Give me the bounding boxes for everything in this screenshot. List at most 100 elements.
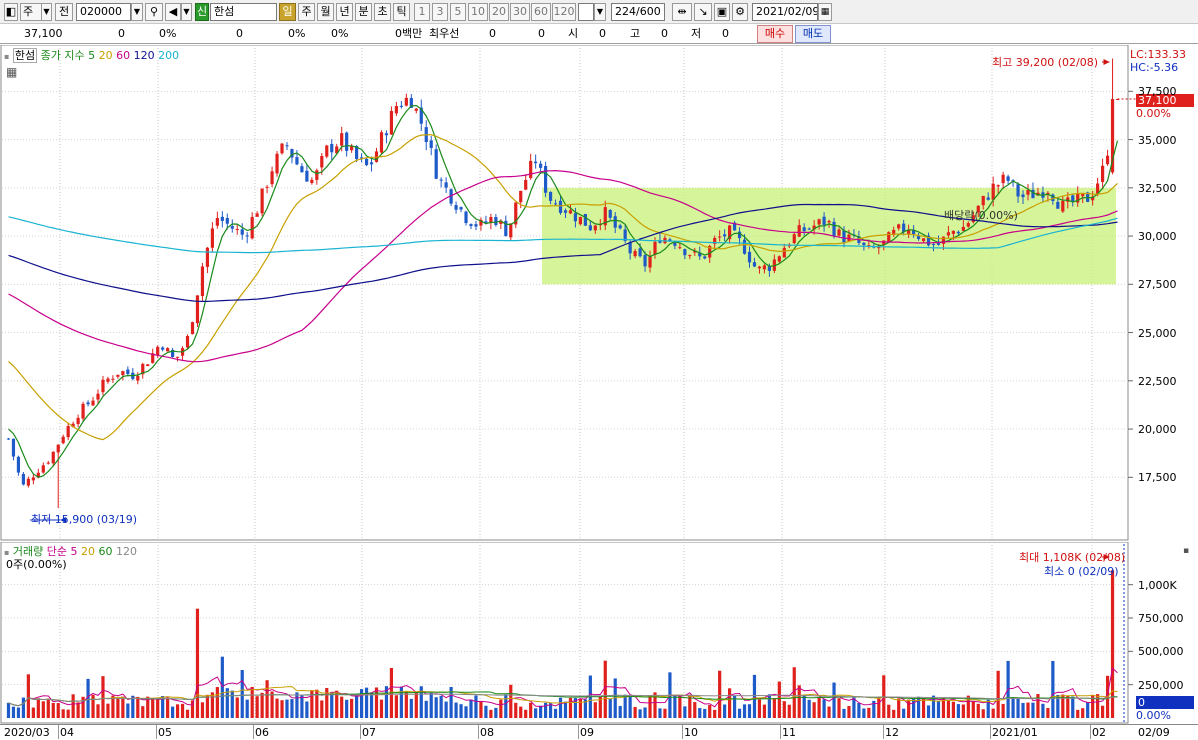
- price-y-tick: 17,500: [1138, 471, 1177, 485]
- volume-bar: [444, 701, 448, 718]
- volume-close-icon[interactable]: ▪: [1183, 545, 1189, 558]
- volume-bar: [345, 699, 349, 718]
- price-chart[interactable]: [0, 45, 1198, 541]
- volume-bar: [474, 695, 478, 718]
- candle-body: [862, 242, 866, 246]
- candle-body: [1021, 194, 1025, 198]
- sound-dropdown-icon[interactable]: ▼: [181, 3, 192, 21]
- candle: [91, 396, 95, 407]
- volume-bar: [1026, 702, 1030, 718]
- date-field[interactable]: 2021/02/09: [752, 3, 818, 21]
- calendar-icon[interactable]: ▦: [818, 3, 832, 21]
- volume-bar: [568, 697, 573, 718]
- x-axis-tick-mark: [883, 725, 884, 739]
- custom-period-dropdown-icon[interactable]: ▼: [594, 3, 606, 21]
- minute-20-button[interactable]: 20: [489, 3, 509, 21]
- candle-body: [921, 238, 926, 242]
- price-y-tick: 32,500: [1138, 181, 1177, 195]
- buy-button[interactable]: 매수: [757, 25, 793, 43]
- candle-body: [946, 232, 951, 236]
- volume-bar: [156, 698, 160, 718]
- volume-bar: [663, 708, 667, 718]
- panel-toggle-icon[interactable]: ◧: [4, 3, 18, 21]
- volume-bar: [623, 694, 627, 718]
- volume-bar: [200, 702, 205, 718]
- minute-120-button[interactable]: 120: [552, 3, 576, 21]
- volume-panel[interactable]: ▪ 거래량 단순 5 20 60 120 0주(0.00%) 최대 1,108K…: [0, 542, 1198, 724]
- code-dropdown-icon[interactable]: ▼: [131, 3, 143, 21]
- period-month-button[interactable]: 월: [317, 3, 334, 21]
- grid-toggle-icon[interactable]: ▦: [6, 66, 17, 79]
- all-button[interactable]: 전: [55, 3, 73, 21]
- period-tick-button[interactable]: 틱: [393, 3, 410, 21]
- high-note: 최고 39,200 (02/08): [992, 56, 1099, 69]
- x-axis-tick: 02: [1092, 726, 1106, 739]
- candle: [404, 93, 408, 107]
- volume-bar: [797, 685, 801, 718]
- volume-chart[interactable]: [0, 542, 1198, 724]
- volume-bar: [832, 682, 836, 718]
- candle-body: [439, 179, 443, 181]
- period-second-button[interactable]: 초: [374, 3, 391, 21]
- sound-icon[interactable]: ◀: [165, 3, 181, 21]
- candle-body: [648, 256, 652, 268]
- lc-label: LC:133.33: [1130, 48, 1187, 61]
- sell-button[interactable]: 매도: [795, 25, 831, 43]
- code-input[interactable]: 020000: [76, 3, 131, 21]
- settings-icon[interactable]: ⚙: [732, 3, 748, 21]
- candle-body: [817, 219, 821, 225]
- candle-body: [350, 146, 354, 151]
- search-icon[interactable]: ⚲: [145, 3, 163, 21]
- candle: [345, 131, 349, 157]
- type-select[interactable]: 주: [20, 3, 42, 21]
- x-axis-tick: 06: [255, 726, 269, 739]
- candle: [389, 106, 394, 135]
- price-panel[interactable]: ▪ 한섬 종가 지수 5 20 60 120 200 ▦ LC:133.33 H…: [0, 45, 1198, 541]
- period-year-button[interactable]: 년: [336, 3, 353, 21]
- period-day-button[interactable]: 일: [279, 3, 296, 21]
- candle-body: [240, 229, 244, 235]
- minute-5-button[interactable]: 5: [450, 3, 466, 21]
- volume-bar: [166, 697, 170, 718]
- period-week-button[interactable]: 주: [298, 3, 315, 21]
- x-axis-tick: 02/09: [1138, 726, 1170, 739]
- volume-bar: [633, 706, 637, 718]
- candle: [26, 476, 30, 488]
- zoom-in-icon[interactable]: ⇹: [672, 3, 692, 21]
- volume-zero-tag: 0: [1136, 696, 1194, 709]
- volume-bar: [946, 699, 951, 718]
- save-icon[interactable]: ▣: [714, 3, 730, 21]
- candle: [454, 201, 458, 214]
- volume-bar: [991, 708, 995, 718]
- quote-change-pct: 0%: [159, 27, 177, 40]
- volume-bar: [1071, 696, 1075, 718]
- minute-30-button[interactable]: 30: [510, 3, 530, 21]
- x-axis: 2020/03 04 05 06 07 08 09 10 11 12 2021/01 02 02/09: [0, 724, 1198, 740]
- custom-period-input[interactable]: [578, 3, 594, 21]
- x-axis-tick: 2020/03: [4, 726, 50, 739]
- candle-body: [340, 133, 344, 146]
- candle: [384, 130, 389, 144]
- chart-tool-icon[interactable]: ↘: [694, 3, 712, 21]
- minute-10-button[interactable]: 10: [468, 3, 488, 21]
- candle-body: [325, 145, 329, 157]
- candle-body: [414, 108, 418, 111]
- candle-body: [956, 231, 960, 234]
- candle-body: [429, 140, 433, 148]
- volume-bar: [479, 701, 483, 718]
- minute-3-button[interactable]: 3: [432, 3, 448, 21]
- candle-body: [300, 166, 304, 173]
- volume-bar: [305, 701, 309, 718]
- candle: [116, 374, 120, 379]
- volume-max-note: 최대 1,108K (02/08): [1019, 551, 1126, 564]
- stock-name-field[interactable]: 한섬: [210, 3, 277, 21]
- period-minute-button[interactable]: 분: [355, 3, 372, 21]
- minute-1-button[interactable]: 1: [414, 3, 430, 21]
- count-field[interactable]: 224/600: [611, 3, 665, 21]
- type-dropdown-icon[interactable]: ▼: [41, 3, 52, 21]
- minute-60-button[interactable]: 60: [531, 3, 551, 21]
- candle-body: [31, 477, 35, 481]
- candle-body: [782, 247, 786, 258]
- volume-bar: [464, 706, 468, 718]
- volume-bar: [618, 705, 622, 718]
